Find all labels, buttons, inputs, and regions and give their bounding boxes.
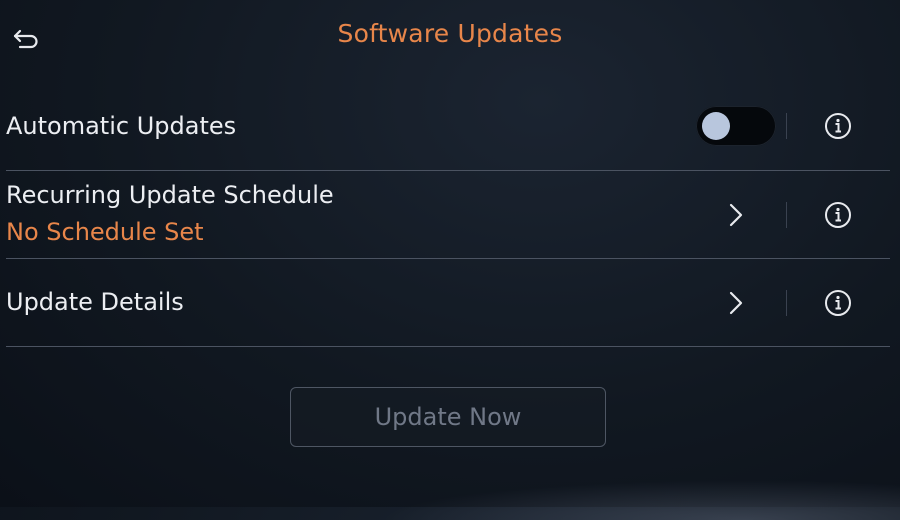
divider	[786, 290, 787, 316]
divider	[786, 113, 787, 139]
update-details-row[interactable]: Update Details	[6, 259, 890, 347]
automatic-updates-row: Automatic Updates	[6, 83, 890, 171]
chevron-right-icon[interactable]	[726, 289, 748, 317]
recurring-update-schedule-row[interactable]: Recurring Update Schedule No Schedule Se…	[6, 171, 890, 259]
update-details-label: Update Details	[6, 288, 184, 316]
header-bar: Software Updates	[0, 0, 900, 70]
info-icon[interactable]	[824, 112, 852, 140]
info-icon[interactable]	[824, 289, 852, 317]
automatic-updates-toggle[interactable]	[696, 106, 776, 146]
update-now-button[interactable]: Update Now	[290, 387, 606, 447]
page-title: Software Updates	[337, 19, 563, 48]
automatic-updates-label: Automatic Updates	[6, 112, 237, 140]
toggle-knob	[702, 112, 730, 140]
chevron-right-icon[interactable]	[726, 201, 748, 229]
info-icon[interactable]	[824, 201, 852, 229]
divider	[786, 202, 787, 228]
recurring-update-schedule-label: Recurring Update Schedule	[6, 181, 334, 209]
schedule-status-text: No Schedule Set	[6, 218, 204, 246]
background-glow	[380, 480, 900, 520]
